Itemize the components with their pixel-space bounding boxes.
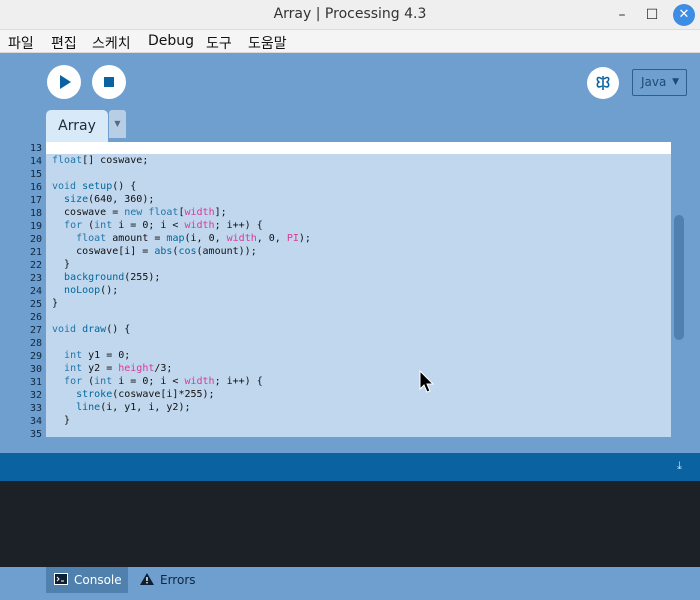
line-number: 35: [29, 429, 42, 437]
mode-selector[interactable]: Java ▼: [632, 69, 687, 96]
butterfly-debug-icon: [596, 76, 610, 90]
errors-tab-label: Errors: [160, 573, 196, 587]
menu-file[interactable]: 파일: [8, 33, 34, 53]
code-line: }: [52, 415, 71, 426]
code-line: coswave = new float[width];: [52, 207, 227, 218]
stop-icon: [104, 77, 114, 87]
line-number: 18: [29, 208, 42, 219]
line-number: 13: [29, 143, 42, 154]
code-line: int y2 = height/3;: [64, 363, 173, 374]
code-line: noLoop();: [64, 285, 119, 296]
line-number: 21: [29, 247, 42, 258]
code-line: background(255);: [64, 272, 161, 283]
console-tab[interactable]: Console: [46, 567, 128, 593]
footer-bar: Console Errors: [0, 567, 700, 600]
editor-top-strip: [46, 142, 671, 154]
warning-icon: [140, 573, 154, 585]
run-button[interactable]: [47, 65, 81, 99]
play-icon: [60, 75, 71, 89]
code-line: }: [52, 259, 71, 270]
menu-sketch[interactable]: 스케치: [92, 33, 131, 53]
code-line: float[] coswave;: [52, 155, 149, 166]
line-number: 19: [29, 221, 42, 232]
code-line: void draw() {: [52, 324, 131, 335]
tab-menu-button[interactable]: ▼: [109, 110, 126, 138]
errors-tab[interactable]: Errors: [132, 567, 202, 593]
mouse-cursor-icon: [419, 370, 435, 393]
line-number: 15: [29, 169, 42, 180]
code-line: size(640, 360);: [64, 194, 155, 205]
tab-array[interactable]: Array: [46, 110, 108, 142]
line-number: 33: [29, 403, 42, 414]
line-number-gutter: 13 14 15 16 17 18 19 20 21 22 23 24 25 26 27 28 29 30 31 32…: [0, 142, 46, 437]
line-number: 34: [29, 416, 42, 427]
minimize-button[interactable]: –: [612, 5, 632, 25]
scroll-down-icon[interactable]: ⤓: [677, 459, 682, 473]
console-header: ⤓: [0, 453, 700, 481]
toolbar: Java ▼: [0, 54, 700, 110]
menu-help[interactable]: 도움말: [248, 33, 287, 53]
console-tab-label: Console: [74, 573, 122, 587]
line-number: 28: [29, 338, 42, 349]
line-number: 31: [29, 377, 42, 388]
code-line: float amount = map(i, 0, width, 0, PI);: [76, 233, 311, 244]
line-number: 27: [29, 325, 42, 336]
menu-edit[interactable]: 편집: [51, 33, 77, 53]
code-line: coswave[i] = abs(cos(amount));: [52, 246, 257, 257]
stop-button[interactable]: [92, 65, 126, 99]
line-number: 22: [29, 260, 42, 271]
code-line: stroke(coswave[i]*255);: [76, 389, 215, 400]
title-bar: Array | Processing 4.3 – ☐ ✕: [0, 0, 700, 30]
line-number: 14: [29, 156, 42, 167]
line-number: 29: [29, 351, 42, 362]
line-number: 32: [29, 390, 42, 401]
menu-tools[interactable]: 도구: [206, 33, 232, 53]
code-editor[interactable]: float[] coswave; void setup() { size(640,…: [46, 154, 671, 437]
code-line: for (int i = 0; i < width; i++) {: [64, 376, 263, 387]
menu-bar: 파일 편집 스케치 Debug 도구 도움말: [0, 30, 700, 53]
code-line: int y1 = 0;: [64, 350, 131, 361]
menu-debug[interactable]: Debug: [148, 33, 194, 49]
mode-label: Java: [641, 75, 667, 89]
close-button[interactable]: ✕: [673, 4, 695, 26]
line-number: 25: [29, 299, 42, 310]
editor-scrollbar-thumb[interactable]: [674, 215, 684, 340]
line-number: 30: [29, 364, 42, 375]
code-line: line(i, y1, i, y2);: [76, 402, 191, 413]
code-line: }: [52, 298, 59, 309]
line-number: 17: [29, 195, 42, 206]
line-number: 16: [29, 182, 42, 193]
line-number: 24: [29, 286, 42, 297]
console-output[interactable]: [0, 481, 700, 567]
debug-button[interactable]: [587, 67, 619, 99]
maximize-button[interactable]: ☐: [642, 5, 662, 25]
terminal-icon: [54, 573, 68, 585]
code-line: void setup() {: [52, 181, 137, 192]
line-number: 26: [29, 312, 42, 323]
editor-bottom-bar: [0, 437, 700, 453]
line-number: 20: [29, 234, 42, 245]
chevron-down-icon: ▼: [672, 77, 679, 87]
window-title: Array | Processing 4.3: [273, 6, 427, 22]
line-number: 23: [29, 273, 42, 284]
code-line: for (int i = 0; i < width; i++) {: [64, 220, 263, 231]
